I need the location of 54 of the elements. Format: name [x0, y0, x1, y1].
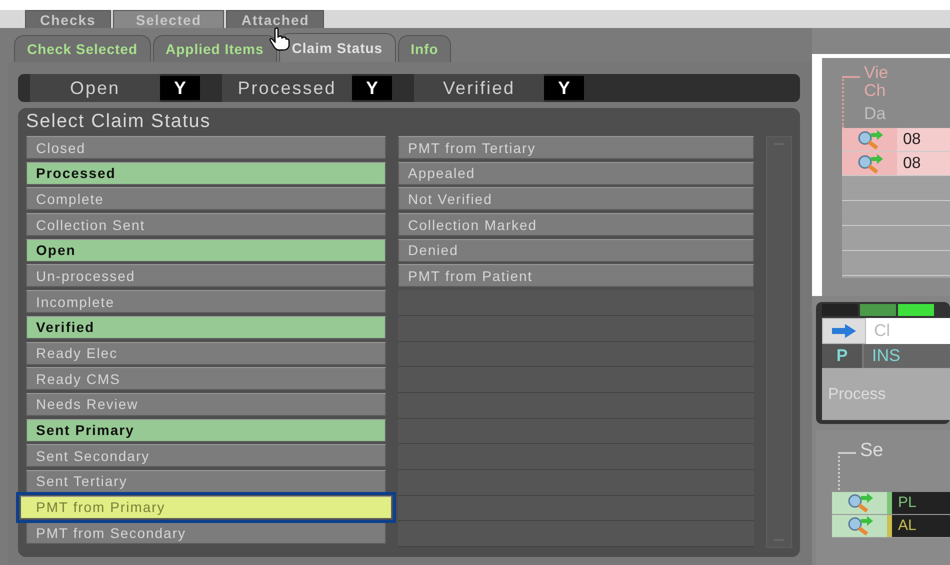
view-button[interactable]	[832, 515, 887, 537]
filter-label: Verified	[414, 74, 544, 102]
status-item[interactable]: Sent Primary	[26, 418, 386, 442]
tab[interactable]: Checks	[25, 10, 111, 28]
table-cell-text: 08	[902, 130, 921, 150]
status-item[interactable]: Sent Tertiary	[26, 470, 386, 493]
go-button[interactable]	[822, 318, 866, 344]
table-cell: PL	[887, 492, 950, 514]
view-button[interactable]	[832, 492, 887, 514]
view-button[interactable]	[842, 152, 897, 175]
status-item[interactable]: Denied	[398, 238, 754, 262]
status-item[interactable]: Complete	[26, 187, 386, 210]
hand-cursor-icon	[268, 27, 290, 51]
status-item[interactable]: PMT from Secondary	[26, 521, 386, 544]
card-heading: Vie	[864, 64, 888, 82]
mini-tab[interactable]	[898, 304, 934, 316]
status-item[interactable]: Collection Sent	[26, 213, 386, 236]
view-button[interactable]	[842, 128, 897, 151]
arrow-right-icon	[831, 324, 857, 338]
tab[interactable]: Selected	[112, 10, 224, 28]
panel-title: Select Claim Status	[26, 110, 212, 134]
status-item[interactable]: Processed	[26, 162, 386, 185]
code-cell: P	[822, 344, 862, 368]
tab[interactable]: Claim Status	[278, 33, 396, 62]
filter-label: Open	[30, 74, 160, 102]
section-title: Se	[860, 440, 884, 462]
status-item[interactable]: Needs Review	[26, 392, 386, 416]
status-item[interactable]: Un-processed	[26, 264, 386, 288]
status-item[interactable]: Not Verified	[398, 187, 754, 210]
card-heading: Ch	[864, 82, 887, 100]
tab[interactable]: Attached	[226, 10, 324, 28]
filter-toggle[interactable]: Y	[160, 76, 200, 100]
table-cell-text: 08	[902, 154, 921, 174]
status-item[interactable]: Incomplete	[26, 290, 386, 314]
filter-toggle[interactable]: Y	[352, 76, 392, 100]
status-item[interactable]: Open	[26, 238, 386, 262]
status-item[interactable]: Ready Elec	[26, 342, 386, 364]
table-cell: AL	[887, 515, 950, 537]
claim-field[interactable]: Cl	[866, 318, 890, 344]
scrollbar[interactable]	[766, 136, 792, 548]
tab[interactable]: Check Selected	[14, 35, 150, 62]
status-item[interactable]: PMT from Tertiary	[398, 136, 754, 159]
type-cell: INS	[864, 344, 950, 368]
status-item[interactable]: Closed	[26, 136, 386, 159]
tab[interactable]: Info	[398, 35, 452, 62]
filter-label: Processed	[222, 74, 352, 102]
filter-toggle[interactable]: Y	[544, 76, 584, 100]
status-item[interactable]: Verified	[26, 316, 386, 339]
status-item[interactable]: Collection Marked	[398, 213, 754, 236]
tab[interactable]: Applied Items	[152, 35, 277, 62]
status-item[interactable]: Sent Secondary	[26, 444, 386, 468]
status-item[interactable]: Appealed	[398, 162, 754, 185]
status-item[interactable]: Ready CMS	[26, 367, 386, 390]
status-item[interactable]: PMT from Patient	[398, 264, 754, 288]
